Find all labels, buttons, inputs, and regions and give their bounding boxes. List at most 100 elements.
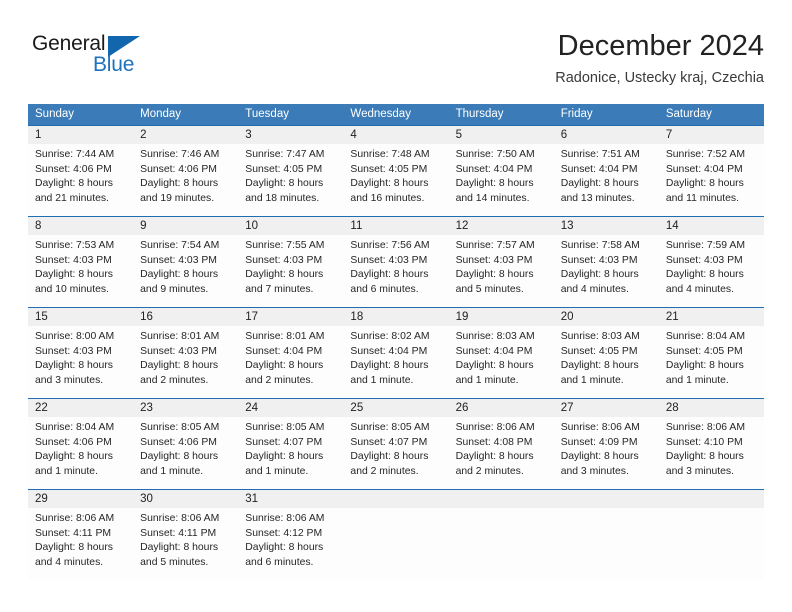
- day-number: 11: [350, 220, 363, 232]
- day-number: 1: [35, 129, 42, 141]
- day-cell: Sunrise: 7:46 AM Sunset: 4:06 PM Dayligh…: [133, 144, 238, 216]
- daylight-line2: and 10 minutes.: [35, 283, 109, 295]
- day-cell: Sunrise: 8:05 AM Sunset: 4:07 PM Dayligh…: [238, 417, 343, 489]
- daylight-line1: Daylight: 8 hours: [665, 178, 744, 190]
- sunset-text: Sunset: 4:03 PM: [455, 254, 533, 266]
- sunset-text: Sunset: 4:04 PM: [455, 163, 533, 175]
- daylight-line1: Daylight: 8 hours: [35, 269, 113, 281]
- sunset-text: Sunset: 4:07 PM: [245, 436, 323, 448]
- sunrise-text: Sunrise: 8:04 AM: [665, 331, 745, 342]
- sunset-text: Sunset: 4:04 PM: [665, 163, 743, 175]
- sunset-text: Sunset: 4:12 PM: [245, 527, 323, 539]
- calendar-week-row: 22 23 24 25 26 27 28 Sunrise: 8:04 AM Su…: [28, 398, 764, 489]
- day-number: 28: [665, 402, 679, 414]
- daylight-line1: Daylight: 8 hours: [350, 178, 429, 190]
- page-subtitle-location: Radonice, Ustecky kraj, Czechia: [555, 70, 764, 86]
- day-cell: Sunrise: 8:06 AM Sunset: 4:10 PM Dayligh…: [659, 417, 764, 489]
- sunset-text: Sunset: 4:09 PM: [560, 436, 638, 448]
- weekday-header-friday: Friday: [560, 108, 593, 120]
- daylight-line2: and 1 minute.: [245, 465, 309, 477]
- daylight-line2: and 2 minutes.: [455, 465, 524, 477]
- daylight-line2: and 4 minutes.: [665, 283, 735, 295]
- calendar-week-row: 29 30 31 Sunrise: 8:06 AM Sunset: 4:11 P…: [28, 489, 764, 580]
- day-cell: Sunrise: 8:06 AM Sunset: 4:08 PM Dayligh…: [449, 417, 554, 489]
- day-number: 20: [560, 311, 574, 323]
- daylight-line1: Daylight: 8 hours: [245, 360, 324, 372]
- sunrise-text: Sunrise: 8:05 AM: [245, 422, 325, 433]
- day-cell: Sunrise: 7:48 AM Sunset: 4:05 PM Dayligh…: [343, 144, 448, 216]
- sunset-text: Sunset: 4:03 PM: [35, 254, 112, 266]
- daylight-line1: Daylight: 8 hours: [455, 269, 534, 281]
- sunrise-text: Sunrise: 8:06 AM: [455, 422, 535, 433]
- day-number: 24: [245, 402, 259, 414]
- sunrise-text: Sunrise: 8:04 AM: [35, 422, 115, 433]
- day-number: 14: [665, 220, 679, 232]
- sunset-text: Sunset: 4:04 PM: [560, 163, 638, 175]
- daylight-line1: Daylight: 8 hours: [245, 542, 324, 554]
- day-cell: Sunrise: 7:51 AM Sunset: 4:04 PM Dayligh…: [554, 144, 659, 216]
- day-number: 19: [455, 311, 469, 323]
- day-number: 21: [665, 311, 679, 323]
- daylight-line2: and 14 minutes.: [455, 192, 530, 204]
- daylight-line1: Daylight: 8 hours: [140, 360, 219, 372]
- daylight-line1: Daylight: 8 hours: [35, 360, 113, 372]
- day-cell: Sunrise: 8:00 AM Sunset: 4:03 PM Dayligh…: [28, 326, 133, 398]
- day-cell: Sunrise: 8:02 AM Sunset: 4:04 PM Dayligh…: [343, 326, 448, 398]
- sunset-text: Sunset: 4:05 PM: [350, 163, 428, 175]
- daylight-line1: Daylight: 8 hours: [665, 269, 744, 281]
- daylight-line1: Daylight: 8 hours: [245, 178, 324, 190]
- sunset-text: Sunset: 4:08 PM: [455, 436, 533, 448]
- daylight-line2: and 11 minutes.: [665, 192, 740, 204]
- sunrise-text: Sunrise: 8:06 AM: [665, 422, 745, 433]
- daylight-line2: and 6 minutes.: [245, 556, 314, 568]
- sunset-text: Sunset: 4:05 PM: [665, 345, 743, 357]
- daylight-line2: and 1 minute.: [140, 465, 204, 477]
- day-number: 17: [245, 311, 259, 323]
- daylight-line2: and 2 minutes.: [350, 465, 419, 477]
- sunrise-text: Sunrise: 7:56 AM: [350, 240, 430, 251]
- title-block: December 2024 Radonice, Ustecky kraj, Cz…: [555, 28, 764, 87]
- day-cell: Sunrise: 8:04 AM Sunset: 4:05 PM Dayligh…: [659, 326, 764, 398]
- day-cell: Sunrise: 7:59 AM Sunset: 4:03 PM Dayligh…: [659, 235, 764, 307]
- day-cell-empty: [554, 508, 659, 580]
- daylight-line2: and 7 minutes.: [245, 283, 314, 295]
- daylight-line1: Daylight: 8 hours: [140, 542, 219, 554]
- sunrise-text: Sunrise: 8:01 AM: [140, 331, 220, 342]
- day-number-empty: [343, 490, 448, 508]
- sunset-text: Sunset: 4:03 PM: [665, 254, 743, 266]
- sunset-text: Sunset: 4:06 PM: [140, 436, 217, 448]
- day-number: 12: [455, 220, 469, 232]
- day-number: 3: [245, 129, 252, 141]
- day-cell-empty: [659, 508, 764, 580]
- daylight-line2: and 19 minutes.: [140, 192, 215, 204]
- day-number: 23: [140, 402, 153, 414]
- daylight-line1: Daylight: 8 hours: [350, 451, 429, 463]
- day-number: 5: [455, 129, 462, 141]
- sunrise-text: Sunrise: 7:54 AM: [140, 240, 220, 251]
- sunrise-text: Sunrise: 7:44 AM: [35, 149, 115, 160]
- daylight-line2: and 1 minute.: [35, 465, 98, 477]
- daylight-line2: and 3 minutes.: [665, 465, 735, 477]
- daylight-line2: and 21 minutes.: [35, 192, 109, 204]
- day-number: 6: [560, 129, 568, 141]
- daylight-line2: and 6 minutes.: [350, 283, 419, 295]
- sunset-text: Sunset: 4:04 PM: [350, 345, 428, 357]
- sunset-text: Sunset: 4:03 PM: [560, 254, 638, 266]
- daylight-line2: and 1 minute.: [665, 374, 729, 386]
- day-number: 10: [245, 220, 259, 232]
- daylight-line1: Daylight: 8 hours: [35, 178, 113, 190]
- sunset-text: Sunset: 4:10 PM: [665, 436, 743, 448]
- page-title: December 2024: [557, 30, 764, 62]
- sunrise-text: Sunrise: 7:48 AM: [350, 149, 430, 160]
- day-cell: Sunrise: 8:04 AM Sunset: 4:06 PM Dayligh…: [28, 417, 133, 489]
- sunset-text: Sunset: 4:03 PM: [350, 254, 428, 266]
- sunset-text: Sunset: 4:05 PM: [560, 345, 638, 357]
- daylight-line1: Daylight: 8 hours: [560, 451, 639, 463]
- day-cell: Sunrise: 7:57 AM Sunset: 4:03 PM Dayligh…: [449, 235, 554, 307]
- calendar-table: Sunday Monday Tuesday Wednesday Thursday…: [28, 104, 764, 580]
- sunrise-text: Sunrise: 7:50 AM: [455, 149, 535, 160]
- daylight-line1: Daylight: 8 hours: [140, 451, 219, 463]
- calendar-week-row: 15 16 17 18 19 20 21 Sunrise: 8:00 AM Su…: [28, 307, 764, 398]
- day-number: 26: [455, 402, 469, 414]
- sunrise-text: Sunrise: 8:03 AM: [455, 331, 535, 342]
